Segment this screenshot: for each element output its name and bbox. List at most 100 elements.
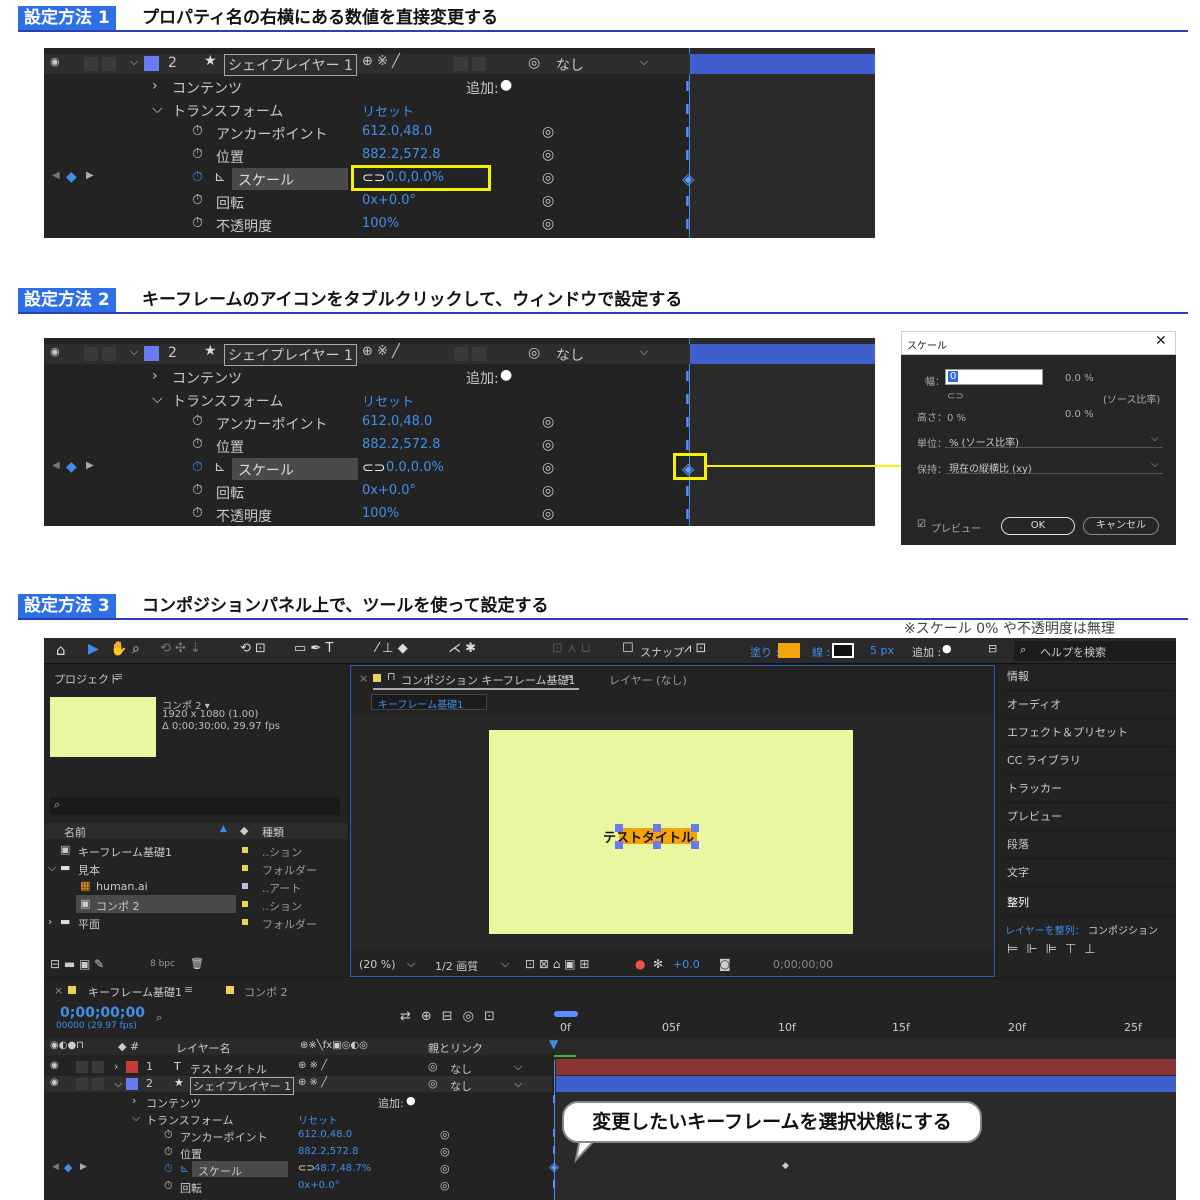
project-item[interactable]: ⌵ ▬ 見本 フォルダー [44, 859, 348, 877]
stopwatch-icon[interactable]: ⏱ [192, 413, 203, 429]
spiral-icon[interactable]: ◎ [440, 1162, 450, 1175]
stopwatch-icon[interactable]: ⏱ [192, 482, 203, 498]
spiral-icon[interactable]: ◎ [542, 506, 554, 522]
reset-link[interactable]: リセット [362, 101, 414, 120]
anchor-row[interactable]: ⏱ アンカーポイント 612.0,48.0 ◎ [44, 1127, 552, 1144]
stopwatch-icon[interactable]: ⏱ [192, 436, 203, 452]
stopwatch-icon[interactable]: ⏱ [192, 215, 203, 231]
chevron-down-icon[interactable]: ⌵ [130, 345, 138, 359]
next-key-icon[interactable]: ▶ [86, 460, 94, 471]
panel-paragraph[interactable]: 段落 [1003, 831, 1175, 859]
contents-row[interactable]: › コンテンツ 追加: ● [44, 1093, 552, 1111]
panel-info[interactable]: 情報 [1003, 663, 1175, 691]
keyframe-icon[interactable]: ◆ [66, 169, 77, 185]
transform-row[interactable]: ⌵ トランスフォーム リセット [44, 99, 875, 122]
panel-effects[interactable]: エフェクト＆プリセット [1003, 719, 1175, 747]
play-icon[interactable]: ● [500, 367, 512, 383]
rotation-row[interactable]: ⏱ 回転 0x+0.0° ◎ [44, 191, 875, 214]
spiral-icon[interactable]: ◎ [542, 216, 554, 232]
parent-value[interactable]: なし [450, 1061, 472, 1077]
reset-link[interactable]: リセット [298, 1112, 338, 1127]
spiral-icon[interactable]: ◎ [440, 1179, 450, 1192]
opacity-value[interactable]: 100% [362, 216, 399, 231]
viewer-time[interactable]: 0;00;00;00 [773, 958, 833, 971]
spiral-icon[interactable]: ◎ [542, 460, 554, 476]
chevron-down-icon[interactable]: ⌵ [152, 101, 163, 117]
reset-link[interactable]: リセット [362, 391, 414, 410]
graph-icon[interactable]: ⊾ [180, 1162, 189, 1175]
layer-row[interactable]: ◉ ⌵ 2 ★ シェイプレイヤー 1 ⊕ ※ ╱ ◎ なし ⌵ [44, 343, 875, 366]
trash-icon[interactable]: 🗑 [190, 957, 204, 970]
project-item[interactable]: ▦ human.ai ..アート [44, 877, 348, 895]
scale-value[interactable]: 48.7,48.7% [314, 1163, 371, 1174]
menu-icon[interactable]: ≡ [565, 671, 574, 684]
lock-box[interactable] [92, 1061, 104, 1073]
stopwatch-icon[interactable]: ⏱ [192, 192, 203, 208]
lock-box[interactable] [92, 1078, 104, 1090]
graph-icon[interactable]: ⊾ [214, 459, 226, 475]
switch-box[interactable] [472, 57, 486, 71]
spiral-icon[interactable]: ◎ [528, 345, 540, 361]
handle[interactable] [653, 841, 661, 849]
search-icon[interactable]: ⌕ [156, 1011, 162, 1025]
project-item[interactable]: ▣ キーフレーム基礎1 ..ション [44, 841, 348, 859]
stopwatch-icon[interactable]: ⏱ [192, 123, 203, 139]
chevron-right-icon[interactable]: › [152, 368, 158, 384]
stopwatch-icon[interactable]: ⏱ [192, 169, 203, 185]
add-label[interactable]: 追加: [378, 1095, 404, 1111]
stopwatch-icon[interactable]: ⏱ [164, 1128, 173, 1142]
scale-value[interactable]: 0.0,0.0% [386, 460, 444, 475]
solo-box[interactable] [76, 1078, 88, 1090]
panel-cc-library[interactable]: CC ライブラリ [1003, 747, 1175, 775]
keyframe-icon[interactable]: ◆ [64, 1161, 72, 1174]
handle[interactable] [653, 824, 661, 832]
layer-row[interactable]: ◉ ⌵ 2 ★ シェイプレイヤー 1 ⊕ ※ ╱ ◎ なし ⌵ [44, 53, 875, 76]
prev-key-icon[interactable]: ◀ [52, 170, 60, 181]
next-key-icon[interactable]: ▶ [80, 1162, 87, 1172]
unit-select[interactable]: % (ソース比率) ⌵ [945, 431, 1163, 449]
handle[interactable] [615, 841, 623, 849]
selection-tool-icon[interactable]: ▶ [88, 641, 99, 657]
panel-character[interactable]: 文字 [1003, 859, 1175, 887]
next-key-icon[interactable]: ▶ [86, 170, 94, 181]
hand-tool-icon[interactable]: ✋ [110, 641, 127, 657]
playhead-icon[interactable]: ▼ [549, 1037, 558, 1051]
lock-box[interactable] [102, 347, 116, 361]
lock-icon[interactable]: ⊓ [387, 670, 396, 683]
layer-name[interactable]: シェイプレイヤー 1 [224, 54, 357, 76]
panel-align[interactable]: 整列 [1003, 889, 1175, 917]
menu-icon[interactable]: ≡ [184, 983, 193, 996]
snap-checkbox-icon[interactable]: ☐ [622, 641, 634, 656]
chevron-down-icon[interactable]: ⌵ [48, 861, 56, 875]
col-layer-name[interactable]: レイヤー名 [176, 1040, 231, 1056]
layer-tab[interactable]: レイヤー (なし) [609, 672, 687, 688]
spiral-icon[interactable]: ◎ [542, 124, 554, 140]
rotation-value[interactable]: 0x+0.0° [362, 483, 416, 498]
anchor-row[interactable]: ⏱ アンカーポイント 612.0,48.0 ◎ [44, 122, 875, 145]
home-icon[interactable]: ⌂ [56, 641, 66, 659]
zoom-select[interactable]: (20 %) [359, 958, 396, 971]
keyframe-icon[interactable]: ◆ [66, 459, 77, 475]
comp-subtab[interactable]: キーフレーム基礎1 [371, 694, 487, 711]
color-icon[interactable]: ● [635, 957, 645, 971]
layer-bar-text[interactable] [556, 1059, 1176, 1075]
rotation-row[interactable]: ⏱ 回転 0x+0.0° ◎ [44, 1178, 552, 1195]
ok-button[interactable]: OK [1001, 517, 1075, 535]
exposure-icon[interactable]: ✻ [653, 957, 663, 971]
tools-dim-icon[interactable]: ⟲ ✣ ⇣ [160, 641, 201, 656]
label-color[interactable] [144, 56, 159, 71]
handle[interactable] [691, 824, 699, 832]
timeline-tool-icons[interactable]: ⇄⊕⊟◎⊡ [400, 1009, 505, 1024]
switch-box[interactable] [472, 347, 486, 361]
footer-icons[interactable]: ⊟ ▬ ▣ ✎ [50, 957, 104, 971]
chevron-down-icon[interactable]: ⌵ [514, 1077, 522, 1091]
close-icon[interactable]: ✕ [1155, 333, 1167, 349]
chevron-down-icon[interactable]: ⌵ [114, 1077, 122, 1091]
keep-select[interactable]: 現在の縦横比 (xy) ⌵ [945, 457, 1163, 475]
parent-value[interactable]: なし [556, 55, 584, 75]
shape-tool-icon[interactable]: ▭ ✒ T [294, 641, 333, 656]
anchor-value[interactable]: 612.0,48.0 [298, 1129, 352, 1140]
opacity-row[interactable]: ⏱ 不透明度 100% ◎ [44, 504, 875, 526]
spiral-icon[interactable]: ◎ [542, 147, 554, 163]
layer-name[interactable]: シェイプレイヤー 1 [224, 344, 357, 366]
